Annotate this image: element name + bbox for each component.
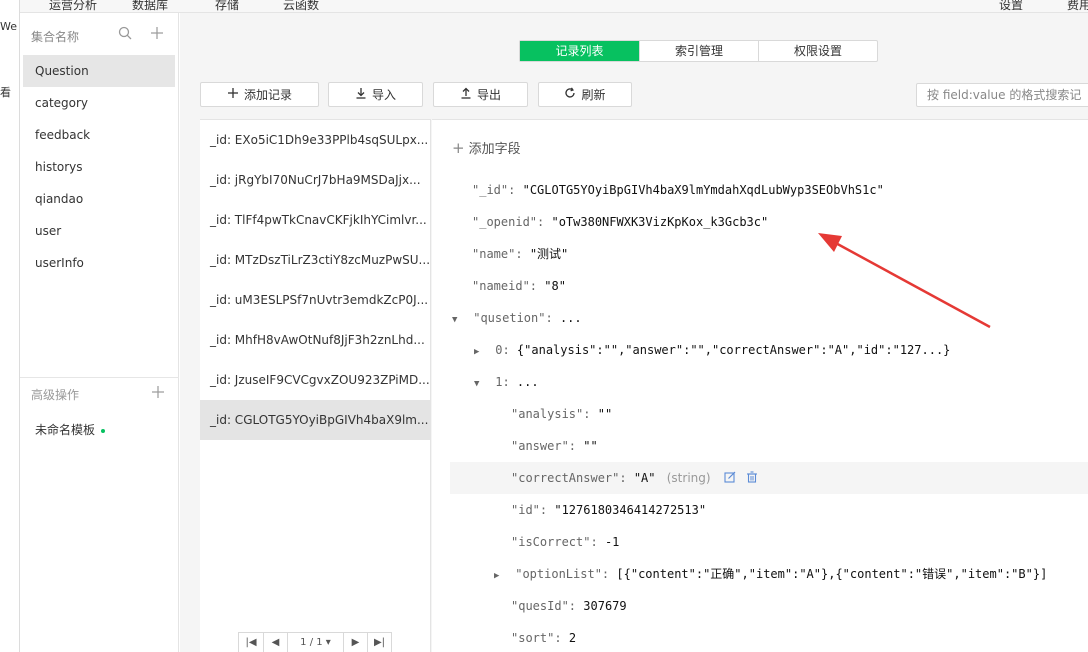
annotation-arrow-icon (818, 233, 991, 329)
